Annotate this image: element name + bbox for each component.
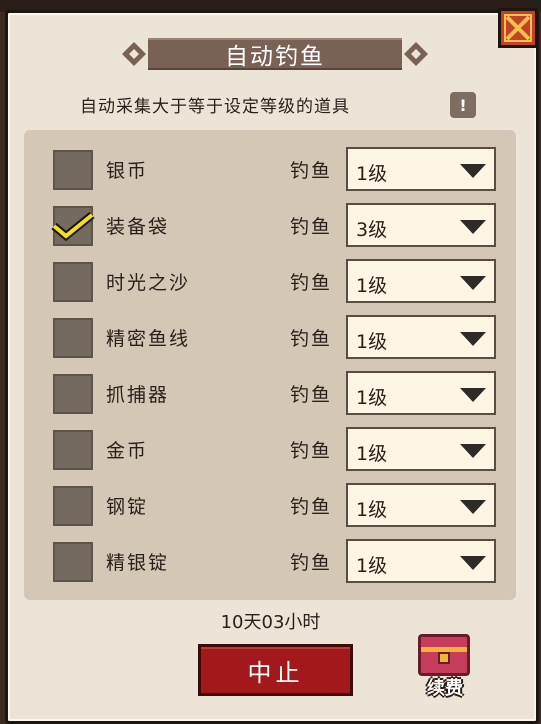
- item-category: 钓鱼: [290, 496, 333, 518]
- level-select[interactable]: 3级: [346, 203, 496, 247]
- dropdown-arrow-icon: [460, 556, 486, 570]
- item-category: 钓鱼: [290, 440, 333, 462]
- item-checkbox[interactable]: [53, 430, 93, 470]
- list-item: 装备袋 钓鱼 3级: [24, 196, 516, 252]
- list-item: 金币 钓鱼 1级: [24, 420, 516, 476]
- list-item: 银币 钓鱼 1级: [24, 140, 516, 196]
- item-category: 钓鱼: [290, 160, 333, 182]
- renew-label: 续费: [427, 678, 463, 699]
- item-checkbox[interactable]: [53, 262, 93, 302]
- list-item: 精银锭 钓鱼 1级: [24, 532, 516, 588]
- item-checkbox[interactable]: [53, 486, 93, 526]
- level-value: 1级: [356, 275, 388, 297]
- level-select[interactable]: 1级: [346, 259, 496, 303]
- hint-button[interactable]: !: [450, 92, 476, 118]
- page-title: 自动钓鱼: [225, 44, 325, 70]
- list-item: 时光之沙 钓鱼 1级: [24, 252, 516, 308]
- level-select[interactable]: 1级: [346, 539, 496, 583]
- description: 自动采集大于等于设定等级的道具: [80, 97, 350, 117]
- list-item: 精密鱼线 钓鱼 1级: [24, 308, 516, 364]
- level-value: 1级: [356, 331, 388, 353]
- item-checkbox[interactable]: [51, 206, 95, 246]
- remaining-time: 10天03小时: [220, 612, 321, 633]
- dropdown-arrow-icon: [460, 444, 486, 458]
- ornament-left-icon: [122, 42, 146, 66]
- list-item: 钢锭 钓鱼 1级: [24, 476, 516, 532]
- level-value: 3级: [356, 219, 388, 241]
- item-checkbox[interactable]: [53, 150, 93, 190]
- dropdown-arrow-icon: [460, 220, 486, 234]
- item-category: 钓鱼: [290, 552, 333, 574]
- dropdown-arrow-icon: [460, 500, 486, 514]
- item-name: 金币: [106, 440, 149, 462]
- level-select[interactable]: 1级: [346, 371, 496, 415]
- item-checkbox[interactable]: [53, 318, 93, 358]
- level-value: 1级: [356, 499, 388, 521]
- item-category: 钓鱼: [290, 216, 333, 238]
- item-name: 精密鱼线: [106, 328, 191, 350]
- item-category: 钓鱼: [290, 272, 333, 294]
- dropdown-arrow-icon: [460, 332, 486, 346]
- level-select[interactable]: 1级: [346, 315, 496, 359]
- exclamation-icon: !: [459, 95, 467, 115]
- close-button[interactable]: [498, 8, 538, 48]
- list-item: 抓捕器 钓鱼 1级: [24, 364, 516, 420]
- level-select[interactable]: 1级: [346, 147, 496, 191]
- title-banner: 自动钓鱼: [120, 36, 430, 72]
- item-checkbox[interactable]: [53, 542, 93, 582]
- level-value: 1级: [356, 387, 388, 409]
- stop-label: 中止: [247, 658, 304, 687]
- checkmark-icon: [51, 212, 95, 242]
- item-list: 银币 钓鱼 1级 装备袋 钓鱼 3级 时光之沙 钓鱼 1级 精密鱼线 钓鱼 1级 抓捕器 钓鱼 1级 金币 钓鱼…: [24, 130, 516, 600]
- item-name: 银币: [106, 160, 149, 182]
- ornament-right-icon: [404, 42, 428, 66]
- treasure-chest-icon: [418, 634, 470, 676]
- item-checkbox[interactable]: [53, 374, 93, 414]
- close-icon: [504, 14, 532, 42]
- item-name: 精银锭: [106, 552, 170, 574]
- item-name: 钢锭: [106, 496, 149, 518]
- item-category: 钓鱼: [290, 384, 333, 406]
- level-value: 1级: [356, 555, 388, 577]
- level-value: 1级: [356, 163, 388, 185]
- dropdown-arrow-icon: [460, 388, 486, 402]
- item-name: 抓捕器: [106, 384, 170, 406]
- level-value: 1级: [356, 443, 388, 465]
- dropdown-arrow-icon: [460, 276, 486, 290]
- level-select[interactable]: 1级: [346, 427, 496, 471]
- dropdown-arrow-icon: [460, 164, 486, 178]
- item-name: 装备袋: [106, 216, 170, 238]
- item-category: 钓鱼: [290, 328, 333, 350]
- stop-button[interactable]: 中止: [198, 644, 353, 696]
- item-name: 时光之沙: [106, 272, 191, 294]
- level-select[interactable]: 1级: [346, 483, 496, 527]
- renew-button[interactable]: 续费: [412, 632, 478, 704]
